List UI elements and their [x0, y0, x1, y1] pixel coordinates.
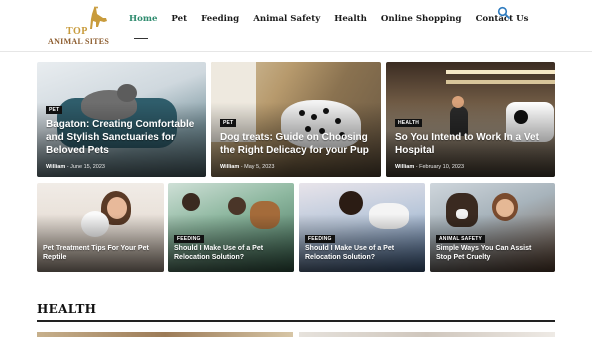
featured-card-1[interactable]: PET Bagaton: Creating Comfortable and St… [37, 62, 206, 177]
article-title[interactable]: Simple Ways You Can Assist Stop Pet Crue… [436, 245, 546, 263]
site-header: TOP ANIMAL SITES Home Pet Feeding Animal… [0, 0, 592, 52]
article-date: May 5, 2023 [244, 164, 275, 170]
article-date: June 15, 2023 [70, 164, 105, 170]
grid-card-3[interactable]: FEEDING Should I Make Use of a Pet Reloc… [299, 183, 425, 272]
category-badge[interactable]: FEEDING [305, 235, 335, 243]
featured-card-2[interactable]: PET Dog treats: Guide on Choosing the Ri… [211, 62, 381, 177]
grid-card-2[interactable]: FEEDING Should I Make Use of a Pet Reloc… [168, 183, 294, 272]
nav-animal-safety[interactable]: Animal Safety [253, 14, 320, 24]
logo-main-text: ANIMAL SITES [48, 37, 110, 46]
grid-card-4[interactable]: ANIMAL SAFETY Simple Ways You Can Assist… [430, 183, 555, 272]
active-nav-underline [134, 38, 148, 39]
nav-home[interactable]: Home [129, 14, 157, 24]
article-author[interactable]: William [395, 164, 414, 170]
article-meta: William - February 10, 2023 [395, 164, 465, 170]
article-date: February 10, 2023 [419, 164, 465, 170]
site-logo[interactable]: TOP ANIMAL SITES [46, 6, 116, 46]
section-heading: HEALTH [37, 302, 97, 316]
article-title[interactable]: Pet Treatment Tips For Your Pet Reptile [43, 245, 153, 263]
article-title[interactable]: Dog treats: Guide on Choosing the Right … [220, 132, 380, 158]
article-author[interactable]: William [220, 164, 239, 170]
article-meta: William - June 15, 2023 [46, 164, 105, 170]
category-badge[interactable]: ANIMAL SAFETY [436, 235, 486, 243]
featured-card-3[interactable]: HEALTH So You Intend to Work In a Vet Ho… [386, 62, 555, 177]
article-title[interactable]: So You Intend to Work In a Vet Hospital [395, 132, 545, 158]
main-nav: Home Pet Feeding Animal Safety Health On… [129, 14, 542, 24]
health-article-image-strip [37, 332, 293, 337]
logo-top-text: TOP [66, 26, 88, 37]
health-article-image-strip [299, 332, 555, 337]
section-divider [37, 320, 555, 322]
nav-health[interactable]: Health [334, 14, 367, 24]
article-title[interactable]: Should I Make Use of a Pet Relocation So… [305, 245, 415, 263]
nav-pet[interactable]: Pet [171, 14, 187, 24]
category-badge[interactable]: FEEDING [174, 235, 204, 243]
nav-online-shopping[interactable]: Online Shopping [381, 14, 462, 24]
article-title[interactable]: Should I Make Use of a Pet Relocation So… [174, 245, 284, 263]
article-meta: William - May 5, 2023 [220, 164, 275, 170]
category-badge[interactable]: PET [46, 106, 63, 114]
article-title[interactable]: Bagaton: Creating Comfortable and Stylis… [46, 119, 196, 157]
category-badge[interactable]: PET [220, 119, 237, 127]
nav-feeding[interactable]: Feeding [201, 14, 239, 24]
article-author[interactable]: William [46, 164, 65, 170]
category-badge[interactable]: HEALTH [395, 119, 423, 127]
search-icon[interactable] [497, 6, 511, 20]
grid-card-1[interactable]: Pet Treatment Tips For Your Pet Reptile [37, 183, 164, 272]
